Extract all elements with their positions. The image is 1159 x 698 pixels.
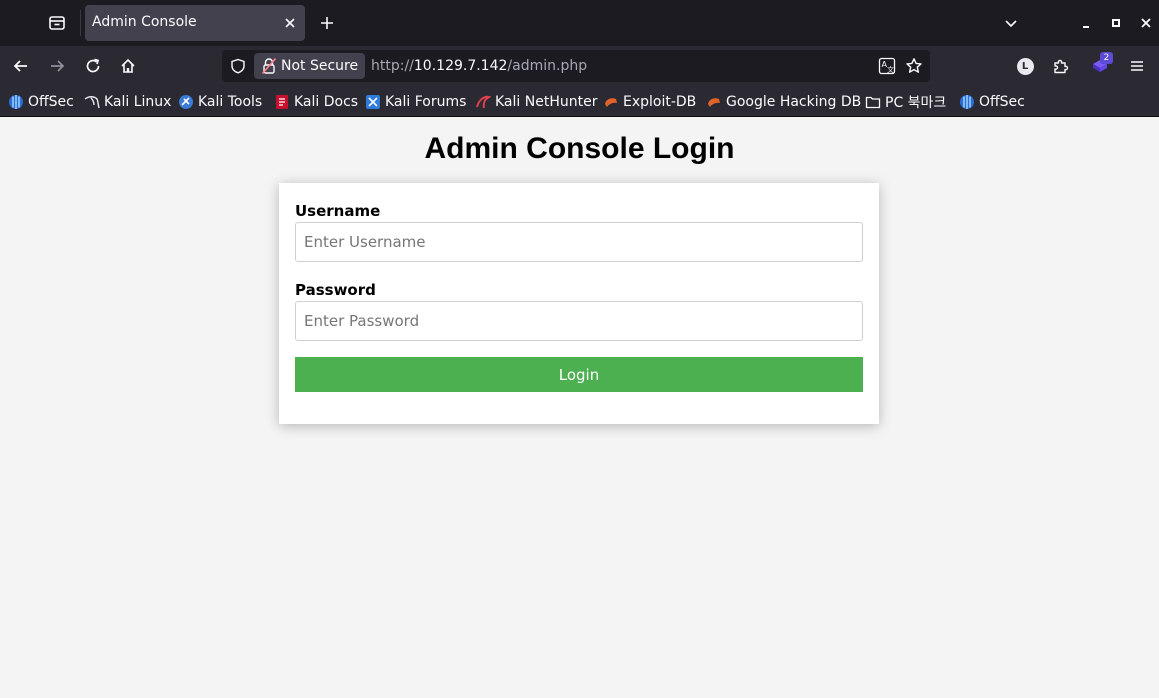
folder-icon bbox=[865, 96, 881, 109]
translate-icon[interactable]: A文 bbox=[877, 56, 897, 76]
extensions-puzzle-icon[interactable] bbox=[1049, 54, 1073, 78]
bookmark-offsec[interactable]: OffSec bbox=[8, 93, 74, 111]
not-secure-label: Not Secure bbox=[281, 58, 359, 74]
page-title: Admin Console Login bbox=[424, 132, 735, 165]
bookmark-kali-nethunter[interactable]: Kali NetHunter bbox=[475, 93, 597, 111]
close-tab-icon[interactable] bbox=[281, 14, 299, 32]
bookmark-google-hacking-db[interactable]: Google Hacking DB bbox=[706, 93, 861, 111]
password-label: Password bbox=[295, 281, 376, 299]
login-form: Username Password Login bbox=[279, 183, 879, 424]
bookmark-label: Kali NetHunter bbox=[495, 94, 598, 110]
list-all-tabs-icon[interactable] bbox=[1000, 12, 1022, 34]
bookmark-label: Kali Linux bbox=[104, 94, 172, 110]
navigation-toolbar: Not Secure http://10.129.7.142/admin.php… bbox=[0, 46, 1159, 86]
profile-initial: L bbox=[1016, 57, 1034, 75]
bookmark-offsec-2[interactable]: OffSec bbox=[959, 93, 1025, 111]
tracking-protection-shield-icon[interactable] bbox=[228, 56, 248, 76]
bookmark-folder-pc[interactable]: PC 북마크 bbox=[865, 93, 946, 111]
bookmark-exploit-db[interactable]: Exploit-DB bbox=[603, 93, 696, 111]
username-input[interactable] bbox=[295, 222, 863, 262]
account-avatar-icon[interactable]: L bbox=[1013, 54, 1037, 78]
offsec-icon bbox=[9, 95, 23, 109]
ghdb-icon bbox=[708, 98, 720, 107]
forward-icon[interactable] bbox=[45, 54, 69, 78]
back-icon[interactable] bbox=[9, 54, 33, 78]
tab-admin-console[interactable]: Admin Console bbox=[85, 5, 305, 41]
password-input[interactable] bbox=[295, 301, 863, 341]
kali-tools-icon bbox=[179, 95, 193, 109]
address-bar[interactable]: Not Secure http://10.129.7.142/admin.php… bbox=[222, 50, 930, 82]
kali-docs-icon bbox=[276, 95, 288, 109]
offsec-icon bbox=[960, 95, 974, 109]
bookmark-label: Google Hacking DB bbox=[726, 94, 862, 110]
reload-icon[interactable] bbox=[81, 54, 105, 78]
username-label: Username bbox=[295, 202, 381, 220]
close-window-icon[interactable] bbox=[1135, 12, 1157, 34]
extension-icon[interactable]: 2 bbox=[1088, 52, 1113, 78]
insecure-lock-icon bbox=[261, 57, 277, 75]
bookmark-star-icon[interactable] bbox=[904, 56, 924, 76]
url-host: 10.129.7.142 bbox=[413, 58, 508, 74]
firefox-view-icon[interactable] bbox=[46, 12, 68, 34]
bookmarks-toolbar: OffSec Kali Linux Kali Tools Kali Docs K… bbox=[0, 86, 1159, 117]
browser-tab-strip: Admin Console bbox=[0, 0, 1159, 46]
bookmark-kali-forums[interactable]: Kali Forums bbox=[365, 93, 466, 111]
minimize-window-icon[interactable] bbox=[1075, 12, 1097, 34]
url-path: /admin.php bbox=[507, 58, 588, 74]
exploitdb-icon bbox=[605, 98, 617, 107]
maximize-window-icon[interactable] bbox=[1105, 12, 1127, 34]
page-content: Admin Console Login Username Password Lo… bbox=[0, 118, 1159, 698]
bookmark-label: Kali Forums bbox=[385, 94, 467, 110]
nethunter-icon bbox=[476, 95, 491, 109]
extension-badge: 2 bbox=[1100, 52, 1113, 64]
site-security-indicator[interactable]: Not Secure bbox=[254, 53, 365, 79]
home-icon[interactable] bbox=[116, 54, 140, 78]
bookmark-label: OffSec bbox=[979, 94, 1025, 110]
bookmark-label: Kali Docs bbox=[294, 94, 359, 110]
hamburger-menu-icon[interactable] bbox=[1125, 54, 1149, 78]
login-button[interactable]: Login bbox=[295, 357, 863, 392]
url-text[interactable]: http://10.129.7.142/admin.php bbox=[371, 58, 587, 74]
bookmark-label: Kali Tools bbox=[198, 94, 263, 110]
bookmark-kali-linux[interactable]: Kali Linux bbox=[84, 93, 171, 111]
url-scheme: http:// bbox=[371, 58, 414, 74]
kali-dragon-icon bbox=[84, 96, 100, 109]
svg-text:文: 文 bbox=[887, 65, 894, 74]
kali-forums-icon bbox=[366, 95, 380, 109]
bookmark-label: PC 북마크 bbox=[885, 95, 947, 111]
new-tab-icon[interactable] bbox=[316, 12, 338, 34]
tab-title: Admin Console bbox=[92, 14, 197, 30]
tab-separator bbox=[80, 10, 81, 36]
bookmark-kali-tools[interactable]: Kali Tools bbox=[178, 93, 262, 111]
bookmark-label: Exploit-DB bbox=[623, 94, 697, 110]
bookmark-kali-docs[interactable]: Kali Docs bbox=[274, 93, 358, 111]
bookmark-label: OffSec bbox=[28, 94, 74, 110]
